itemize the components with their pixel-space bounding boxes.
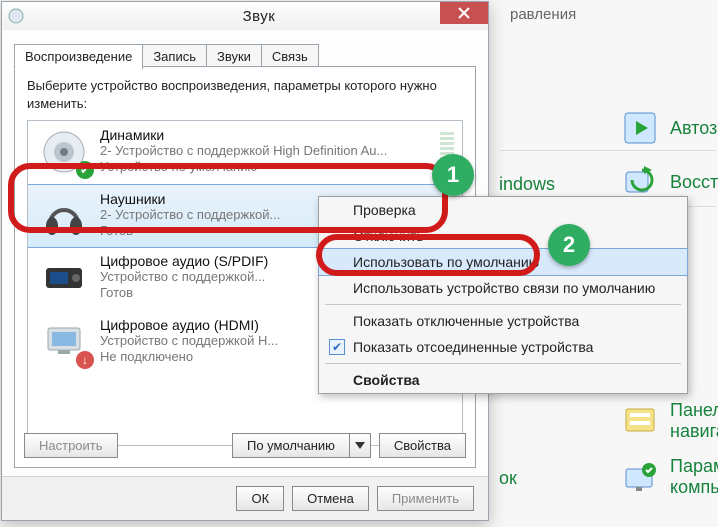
menu-separator xyxy=(325,304,681,305)
cancel-button[interactable]: Отмена xyxy=(292,486,369,511)
autorun-icon xyxy=(620,108,660,148)
instruction-text: Выберите устройство воспроизведения, пар… xyxy=(27,77,463,112)
device-speakers[interactable]: ✔ Динамики 2- Устройство с поддержкой Hi… xyxy=(28,121,462,185)
menu-set-default[interactable]: Использовать по умолчанию xyxy=(318,248,688,276)
panel-icon xyxy=(620,401,660,441)
dialog-title: Звук xyxy=(30,8,488,25)
check-icon: ✔ xyxy=(329,339,345,355)
digital-audio-icon xyxy=(36,253,92,303)
system-icon xyxy=(2,8,30,24)
properties-button[interactable]: Свойства xyxy=(379,433,466,458)
bg-ok-fragment: ок xyxy=(499,468,517,489)
context-menu: Проверка Отключить Использовать по умолч… xyxy=(318,196,688,394)
bg-item-panel[interactable]: Панел навига xyxy=(620,400,718,442)
bg-header-fragment: равления xyxy=(510,6,576,23)
params-icon xyxy=(620,457,660,497)
default-badge-icon: ✔ xyxy=(76,161,94,179)
menu-show-disconnected[interactable]: ✔ Показать отсоединенные устройства xyxy=(319,334,687,360)
device-desc: 2- Устройство с поддержкой High Definiti… xyxy=(100,143,454,159)
tab-playback[interactable]: Воспроизведение xyxy=(14,44,143,70)
device-actions: Настроить По умолчанию Свойства xyxy=(24,433,466,458)
set-default-dropdown[interactable]: По умолчанию xyxy=(232,433,371,458)
dialog-buttons: ОК Отмена Применить xyxy=(2,476,488,520)
menu-disable[interactable]: Отключить xyxy=(319,223,687,249)
device-name: Динамики xyxy=(100,127,454,143)
ok-button[interactable]: ОК xyxy=(236,486,284,511)
menu-separator xyxy=(325,363,681,364)
bg-item-autorun[interactable]: Автоза xyxy=(620,108,718,148)
menu-test[interactable]: Проверка xyxy=(319,197,687,223)
menu-set-default-comm[interactable]: Использовать устройство связи по умолчан… xyxy=(319,275,687,301)
menu-show-disabled[interactable]: Показать отключенные устройства xyxy=(319,308,687,334)
disconnected-badge-icon: ↓ xyxy=(76,351,94,369)
close-icon xyxy=(458,7,470,19)
menu-properties[interactable]: Свойства xyxy=(319,367,687,393)
bg-item-params[interactable]: Парам компь xyxy=(620,456,718,498)
set-default-caret[interactable] xyxy=(349,433,371,458)
titlebar[interactable]: Звук xyxy=(2,2,488,30)
speakers-icon: ✔ xyxy=(36,127,92,177)
configure-button[interactable]: Настроить xyxy=(24,433,118,458)
close-button[interactable] xyxy=(440,2,488,24)
headphones-icon xyxy=(36,191,92,241)
apply-button[interactable]: Применить xyxy=(377,486,474,511)
device-status: Устройство по умолчанию xyxy=(100,159,454,175)
annotation-badge-1: 1 xyxy=(432,154,474,196)
hdmi-icon: ↓ xyxy=(36,317,92,367)
set-default-button[interactable]: По умолчанию xyxy=(232,433,349,458)
chevron-down-icon xyxy=(355,442,365,450)
bg-windows-fragment: indows xyxy=(499,174,555,195)
annotation-badge-2: 2 xyxy=(548,224,590,266)
